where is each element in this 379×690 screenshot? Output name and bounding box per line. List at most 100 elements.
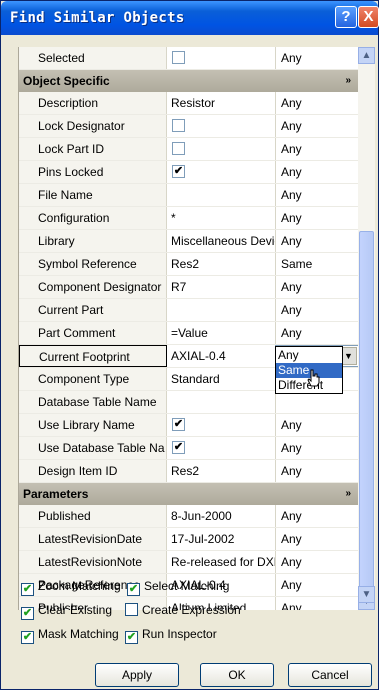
- cancel-button[interactable]: Cancel: [288, 663, 372, 687]
- property-row[interactable]: Lock Part ID Any: [19, 138, 358, 161]
- match-value[interactable]: Any: [277, 551, 358, 573]
- property-value[interactable]: [168, 299, 276, 321]
- select-matching-checkbox[interactable]: ✔: [127, 583, 140, 596]
- property-row[interactable]: Use Database Table Na ✔ Any: [19, 437, 358, 460]
- property-row[interactable]: Configuration * Any: [19, 207, 358, 230]
- match-value[interactable]: Same: [277, 253, 358, 275]
- property-row[interactable]: Pins Locked ✔ Any: [19, 161, 358, 184]
- mask-matching-option[interactable]: ✔ Mask Matching: [21, 625, 119, 645]
- property-checkbox[interactable]: [172, 119, 185, 132]
- property-value[interactable]: *: [168, 207, 276, 229]
- mask-matching-checkbox[interactable]: ✔: [21, 631, 34, 644]
- apply-button[interactable]: Apply: [95, 663, 179, 687]
- property-label: Selected: [19, 47, 167, 69]
- section-collapse-icon[interactable]: »: [345, 70, 351, 92]
- property-label: Lock Part ID: [19, 138, 167, 160]
- match-value[interactable]: Any: [277, 115, 358, 137]
- ok-button[interactable]: OK: [200, 663, 274, 687]
- property-value[interactable]: Miscellaneous Devic: [168, 230, 276, 252]
- property-value[interactable]: =Value: [168, 322, 276, 344]
- match-value[interactable]: Any: [277, 528, 358, 550]
- create-expression-checkbox[interactable]: [125, 603, 138, 616]
- section-header[interactable]: Object Specific »: [19, 70, 358, 92]
- property-row[interactable]: Design Item ID Res2 Any: [19, 460, 358, 483]
- vertical-scrollbar[interactable]: ▲ ▼: [358, 47, 375, 610]
- property-value[interactable]: Resistor: [168, 92, 276, 114]
- property-row[interactable]: Database Table Name: [19, 391, 358, 414]
- property-value[interactable]: [168, 47, 276, 69]
- clear-existing-checkbox[interactable]: ✔: [21, 607, 34, 620]
- property-checkbox[interactable]: [172, 142, 185, 155]
- property-checkbox[interactable]: ✔: [172, 165, 185, 178]
- help-button[interactable]: ?: [335, 6, 357, 28]
- property-value[interactable]: ✔: [168, 437, 276, 459]
- match-value[interactable]: Any: [277, 47, 358, 69]
- property-row[interactable]: Component Designator R7 Any: [19, 276, 358, 299]
- property-value[interactable]: 17-Jul-2002: [168, 528, 276, 550]
- property-row[interactable]: Description Resistor Any: [19, 92, 358, 115]
- scroll-up-icon[interactable]: ▲: [358, 47, 375, 64]
- property-row[interactable]: Current Part Any: [19, 299, 358, 322]
- section-collapse-icon[interactable]: »: [345, 483, 351, 505]
- property-row[interactable]: File Name Any: [19, 184, 358, 207]
- property-value[interactable]: [168, 184, 276, 206]
- property-label: Database Table Name: [19, 391, 167, 413]
- property-value[interactable]: [168, 391, 276, 413]
- property-value[interactable]: ✔: [168, 161, 276, 183]
- select-matching-option[interactable]: ✔ Select Matching: [127, 577, 229, 597]
- property-label: Current Footprint: [19, 345, 167, 367]
- dropdown-option-any[interactable]: Any: [276, 348, 342, 363]
- property-checkbox[interactable]: [172, 51, 185, 64]
- match-value[interactable]: Any: [277, 505, 358, 527]
- match-value[interactable]: Any: [277, 207, 358, 229]
- property-value[interactable]: ✔: [168, 414, 276, 436]
- property-row[interactable]: Use Library Name ✔ Any: [19, 414, 358, 437]
- property-value[interactable]: Re-released for DXF: [168, 551, 276, 573]
- property-value[interactable]: [168, 115, 276, 137]
- property-row[interactable]: Part Comment =Value Any: [19, 322, 358, 345]
- match-value[interactable]: Any: [277, 460, 358, 482]
- property-row[interactable]: Symbol Reference Res2 Same: [19, 253, 358, 276]
- scroll-thumb[interactable]: [359, 231, 374, 591]
- property-value[interactable]: [168, 138, 276, 160]
- property-label: Design Item ID: [19, 460, 167, 482]
- property-label: Current Part: [19, 299, 167, 321]
- match-value[interactable]: Any: [277, 92, 358, 114]
- property-checkbox[interactable]: ✔: [172, 418, 185, 431]
- create-expression-option[interactable]: Create Expression: [125, 601, 241, 621]
- property-row[interactable]: LatestRevisionNote Re-released for DXF Any: [19, 551, 358, 574]
- zoom-matching-checkbox[interactable]: ✔: [21, 583, 34, 596]
- property-label: Part Comment: [19, 322, 167, 344]
- property-label: Published: [19, 505, 167, 527]
- match-value[interactable]: Any: [277, 299, 358, 321]
- match-value[interactable]: Any: [277, 161, 358, 183]
- run-inspector-checkbox[interactable]: ✔: [125, 631, 138, 644]
- title-bar: Find Similar Objects ? X: [1, 1, 379, 35]
- match-value[interactable]: [277, 391, 358, 413]
- property-value[interactable]: Res2: [168, 460, 276, 482]
- property-value[interactable]: R7: [168, 276, 276, 298]
- property-value[interactable]: 8-Jun-2000: [168, 505, 276, 527]
- property-row[interactable]: Selected Any: [19, 47, 358, 70]
- zoom-matching-option[interactable]: ✔ Zoom Matching: [21, 577, 121, 597]
- property-value[interactable]: AXIAL-0.4: [168, 345, 276, 367]
- property-row[interactable]: Lock Designator Any: [19, 115, 358, 138]
- match-value[interactable]: Any: [277, 414, 358, 436]
- match-value[interactable]: Any: [277, 322, 358, 344]
- match-value[interactable]: Any: [277, 437, 358, 459]
- property-row[interactable]: Published 8-Jun-2000 Any: [19, 505, 358, 528]
- match-value[interactable]: Any: [277, 184, 358, 206]
- match-value[interactable]: Any: [277, 138, 358, 160]
- property-value[interactable]: Res2: [168, 253, 276, 275]
- match-value[interactable]: Any: [277, 276, 358, 298]
- clear-existing-option[interactable]: ✔ Clear Existing: [21, 601, 112, 621]
- property-row[interactable]: LatestRevisionDate 17-Jul-2002 Any: [19, 528, 358, 551]
- zoom-matching-label: Zoom Matching: [38, 579, 121, 593]
- property-value[interactable]: Standard: [168, 368, 276, 390]
- section-header[interactable]: Parameters »: [19, 483, 358, 505]
- run-inspector-option[interactable]: ✔ Run Inspector: [125, 625, 217, 645]
- property-checkbox[interactable]: ✔: [172, 441, 185, 454]
- property-row[interactable]: Library Miscellaneous Devic Any: [19, 230, 358, 253]
- match-value[interactable]: Any: [277, 230, 358, 252]
- close-button[interactable]: X: [358, 6, 379, 28]
